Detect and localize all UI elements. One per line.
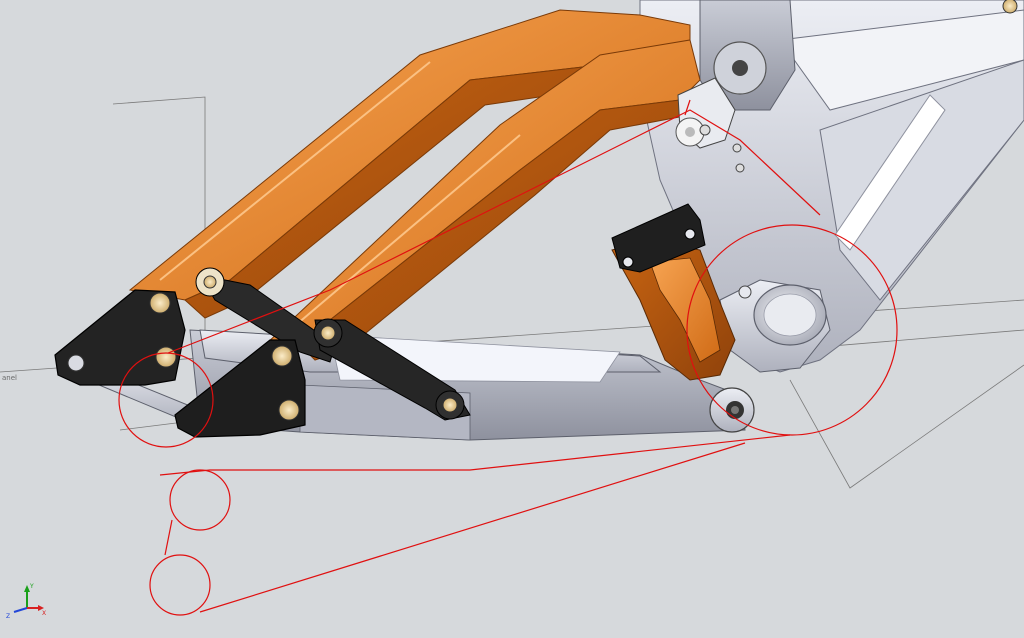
plane-label: anel [2, 374, 17, 382]
triad-y-label: Y [29, 583, 34, 590]
triad-z-label: Z [6, 613, 10, 620]
triad-x-label: X [42, 610, 46, 617]
cad-3d-viewport[interactable]: anel X Y Z [0, 0, 1024, 638]
